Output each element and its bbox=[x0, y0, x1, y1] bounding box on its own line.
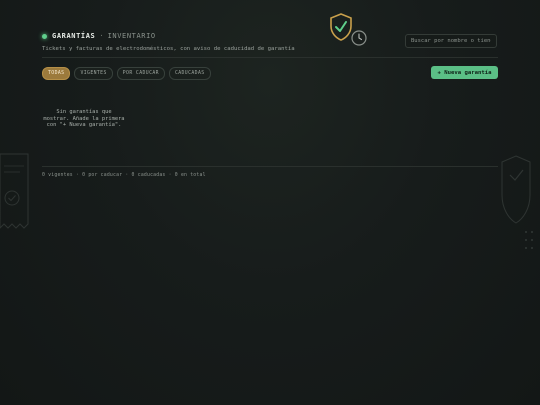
filter-all[interactable]: TODAS bbox=[42, 67, 71, 80]
dots-decoration-icon bbox=[525, 231, 533, 249]
footer-divider bbox=[42, 166, 498, 167]
new-warranty-button[interactable]: + Nueva garantía bbox=[431, 66, 498, 79]
receipt-icon bbox=[0, 153, 29, 229]
search-input[interactable] bbox=[405, 34, 497, 48]
page-title: GARANTÍAS bbox=[52, 32, 96, 40]
empty-state-message: Sin garantías que mostrar. Añade la prim… bbox=[43, 109, 125, 129]
filter-expiring[interactable]: POR CADUCAR bbox=[116, 67, 165, 80]
summary-footer: 0 vigentes · 0 por caducar · 0 caducadas… bbox=[42, 173, 206, 178]
filter-active[interactable]: VIGENTES bbox=[74, 67, 113, 80]
filter-expired[interactable]: CADUCADAS bbox=[168, 67, 211, 80]
status-dot bbox=[42, 33, 47, 39]
shield-outline-icon bbox=[501, 155, 531, 224]
header-divider bbox=[42, 57, 498, 58]
section-tag: INVENTARIO bbox=[107, 32, 156, 40]
title-separator: · bbox=[99, 32, 104, 40]
filter-tabs: TODAS VIGENTES POR CADUCAR CADUCADAS bbox=[42, 67, 211, 80]
